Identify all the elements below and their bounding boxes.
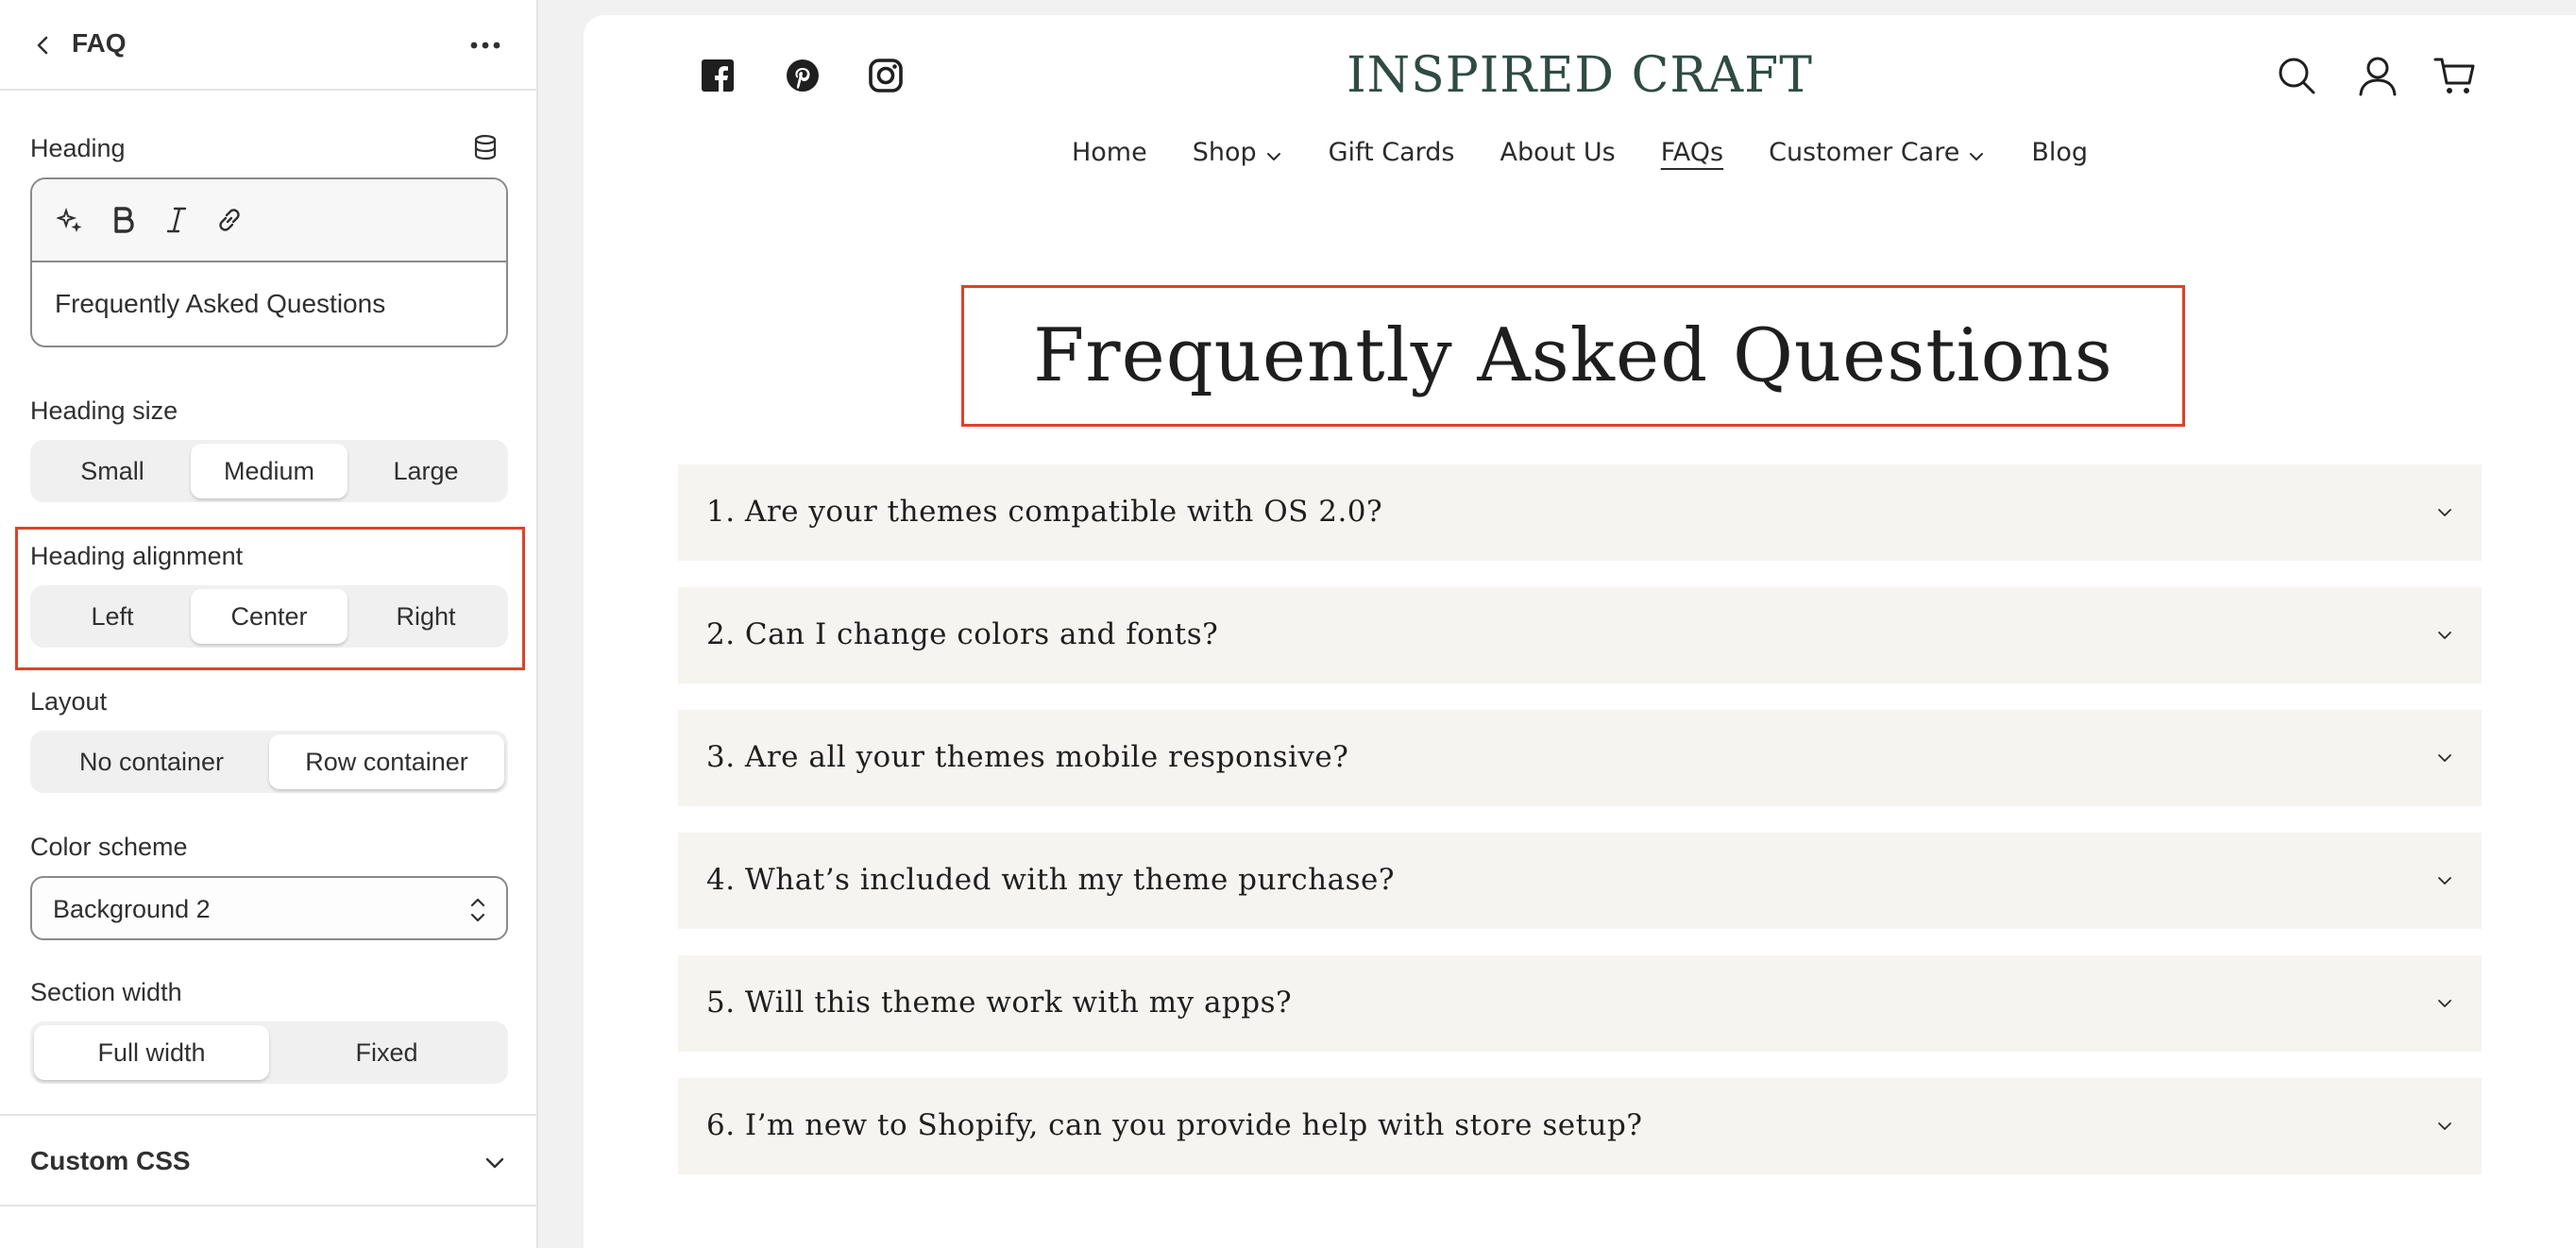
link-icon — [219, 209, 240, 231]
heading-alignment-right[interactable]: Right — [347, 589, 504, 644]
back-button[interactable] — [25, 26, 62, 64]
panel-title: FAQ — [72, 28, 127, 58]
nav-gift-cards[interactable]: Gift Cards — [1306, 138, 1478, 167]
select-arrows-icon — [470, 898, 485, 922]
chevron-down-icon — [2438, 1122, 2451, 1130]
italic-button[interactable] — [159, 202, 195, 238]
heading-alignment-center[interactable]: Center — [191, 589, 347, 644]
faq-item[interactable]: 6. I’m new to Shopify, can you provide h… — [678, 1078, 2482, 1174]
nav-customer-care-label: Customer Care — [1769, 138, 1960, 167]
faq-list: 1. Are your themes compatible with OS 2.… — [678, 464, 2482, 1201]
page-title-highlight: Frequently Asked Questions — [961, 285, 2185, 427]
faq-item[interactable]: 5. Will this theme work with my apps? — [678, 955, 2482, 1052]
chevron-down-icon — [2438, 1000, 2451, 1007]
nav-faqs-label: FAQs — [1660, 138, 1724, 167]
chevron-down-icon — [2438, 509, 2451, 516]
store-preview: INSPIRED CRAFT Home Shop Gift Cards Abou… — [584, 15, 2576, 1248]
heading-size-small[interactable]: Small — [34, 444, 191, 498]
custom-css-label: Custom CSS — [30, 1146, 191, 1175]
account-icon[interactable] — [2355, 53, 2400, 98]
nav-home[interactable]: Home — [1049, 138, 1170, 167]
faq-question: 2. Can I change colors and fonts? — [706, 617, 1219, 651]
faq-question: 3. Are all your themes mobile responsive… — [706, 740, 1349, 774]
faq-item[interactable]: 2. Can I change colors and fonts? — [678, 587, 2482, 683]
heading-size-label: Heading size — [30, 396, 178, 425]
bold-icon — [114, 207, 134, 233]
section-width-full[interactable]: Full width — [34, 1025, 269, 1080]
heading-label: Heading — [30, 134, 126, 162]
more-horizontal-icon — [470, 42, 500, 49]
nav-blog[interactable]: Blog — [2008, 138, 2110, 167]
faq-question: 1. Are your themes compatible with OS 2.… — [706, 495, 1383, 529]
chevron-down-icon — [1970, 152, 1984, 160]
section-width-fixed[interactable]: Fixed — [269, 1025, 504, 1080]
color-scheme-value: Background 2 — [53, 895, 211, 923]
nav-home-label: Home — [1071, 138, 1147, 167]
heading-size-medium[interactable]: Medium — [191, 444, 347, 498]
heading-text[interactable]: Frequently Asked Questions — [32, 262, 506, 346]
more-options-button[interactable] — [465, 26, 506, 64]
heading-alignment-segmented: Left Center Right — [30, 585, 508, 648]
main-nav: Home Shop Gift Cards About Us FAQs Custo… — [584, 138, 2576, 167]
chevron-down-icon — [2438, 754, 2451, 762]
layout-label: Layout — [30, 687, 108, 716]
dynamic-source-icon[interactable] — [470, 132, 500, 162]
section-width-segmented: Full width Fixed — [30, 1021, 508, 1084]
faq-item[interactable]: 4. What’s included with my theme purchas… — [678, 833, 2482, 929]
layout-row-container[interactable]: Row container — [269, 734, 504, 789]
nav-shop[interactable]: Shop — [1170, 138, 1306, 167]
chevron-down-icon — [485, 1157, 504, 1169]
layout-segmented: No container Row container — [30, 731, 508, 793]
link-button[interactable] — [212, 202, 247, 238]
nav-customer-care[interactable]: Customer Care — [1746, 138, 2008, 167]
nav-gift-cards-label: Gift Cards — [1328, 138, 1455, 167]
nav-about-us[interactable]: About Us — [1477, 138, 1637, 167]
faq-item[interactable]: 1. Are your themes compatible with OS 2.… — [678, 464, 2482, 561]
faq-question: 6. I’m new to Shopify, can you provide h… — [706, 1108, 1643, 1142]
page-title: Frequently Asked Questions — [1033, 313, 2113, 398]
heading-size-large[interactable]: Large — [347, 444, 504, 498]
layout-no-container[interactable]: No container — [34, 734, 269, 789]
magic-sparkle-button[interactable] — [53, 202, 89, 238]
chevron-down-icon — [1266, 152, 1280, 160]
rte-toolbar — [32, 179, 506, 262]
nav-faqs[interactable]: FAQs — [1638, 138, 1746, 167]
chevron-left-icon — [37, 36, 48, 55]
sparkle-icon — [57, 207, 82, 232]
nav-shop-label: Shop — [1192, 138, 1257, 167]
nav-blog-label: Blog — [2031, 138, 2089, 167]
section-width-label: Section width — [30, 978, 182, 1006]
faq-item[interactable]: 3. Are all your themes mobile responsive… — [678, 710, 2482, 806]
nav-about-us-label: About Us — [1500, 138, 1616, 167]
settings-panel: FAQ Heading Frequently Asked Questions H… — [0, 0, 538, 1248]
chevron-down-icon — [2438, 877, 2451, 885]
heading-alignment-label: Heading alignment — [30, 542, 244, 570]
color-scheme-label: Color scheme — [30, 833, 188, 861]
faq-question: 5. Will this theme work with my apps? — [706, 986, 1293, 1020]
chevron-down-icon — [2438, 632, 2451, 639]
custom-css-row[interactable]: Custom CSS — [0, 1114, 536, 1206]
faq-question: 4. What’s included with my theme purchas… — [706, 863, 1395, 897]
cart-icon[interactable] — [2432, 53, 2478, 98]
heading-rich-text-editor[interactable]: Frequently Asked Questions — [30, 177, 508, 347]
italic-icon — [166, 207, 187, 233]
panel-header: FAQ — [0, 0, 536, 91]
bold-button[interactable] — [106, 202, 142, 238]
heading-alignment-left[interactable]: Left — [34, 589, 191, 644]
search-icon[interactable] — [2274, 53, 2319, 98]
color-scheme-select[interactable]: Background 2 — [30, 876, 508, 940]
heading-size-segmented: Small Medium Large — [30, 440, 508, 502]
